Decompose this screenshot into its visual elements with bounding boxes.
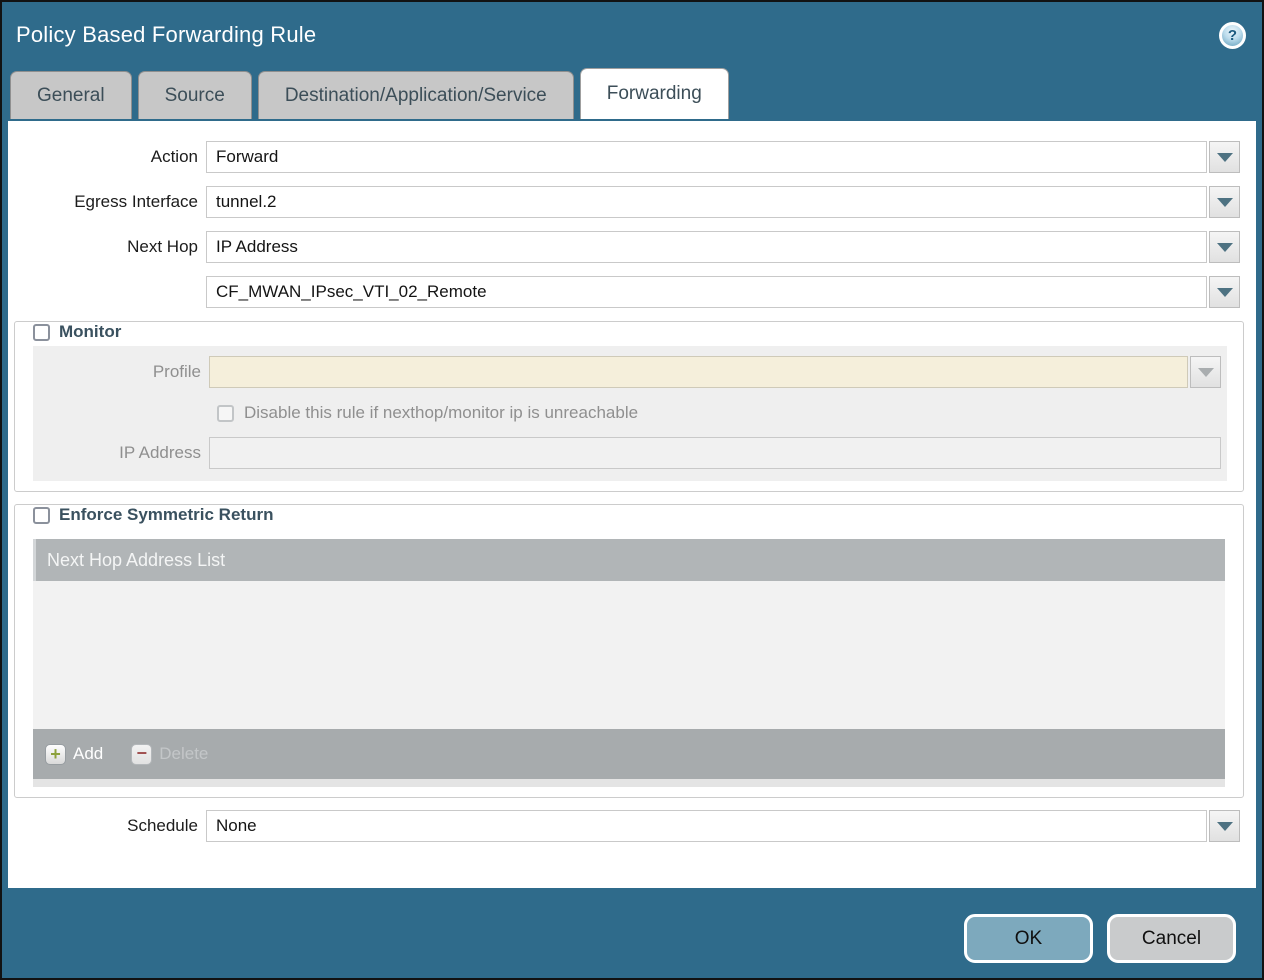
symmetric-return-section: Enforce Symmetric Return Next Hop Addres… — [14, 504, 1244, 798]
table-bottom-strip — [33, 779, 1225, 787]
monitor-ip-address-row: IP Address — [33, 437, 1221, 469]
action-row: Action Forward — [24, 141, 1240, 173]
chevron-down-icon — [1217, 153, 1233, 162]
monitor-section: Monitor Profile Disable this rule if nex… — [14, 321, 1244, 492]
delete-button-label: Delete — [159, 744, 208, 764]
egress-interface-dropdown-button[interactable] — [1209, 186, 1240, 218]
plus-glyph: + — [50, 745, 61, 763]
schedule-dropdown[interactable]: None — [206, 810, 1207, 842]
dialog-footer: OK Cancel — [964, 914, 1236, 963]
monitor-ip-address-label: IP Address — [33, 443, 209, 463]
chevron-down-icon — [1217, 288, 1233, 297]
egress-interface-dropdown[interactable]: tunnel.2 — [206, 186, 1207, 218]
chevron-down-icon — [1198, 368, 1214, 377]
schedule-row: Schedule None — [24, 810, 1240, 842]
schedule-dropdown-button[interactable] — [1209, 810, 1240, 842]
tab-source[interactable]: Source — [138, 71, 252, 119]
dialog-titlebar: Policy Based Forwarding Rule ? — [2, 2, 1262, 68]
profile-row: Profile — [33, 356, 1221, 388]
next-hop-address-row: CF_MWAN_IPsec_VTI_02_Remote — [24, 276, 1240, 308]
action-dropdown[interactable]: Forward — [206, 141, 1207, 173]
tab-destination-application-service[interactable]: Destination/Application/Service — [258, 71, 574, 119]
add-button-label: Add — [73, 744, 103, 764]
action-dropdown-button[interactable] — [1209, 141, 1240, 173]
egress-interface-row: Egress Interface tunnel.2 — [24, 186, 1240, 218]
disable-rule-checkbox — [217, 405, 234, 422]
next-hop-row: Next Hop IP Address — [24, 231, 1240, 263]
enforce-symmetric-return-checkbox[interactable] — [33, 507, 50, 524]
disable-rule-row: Disable this rule if nexthop/monitor ip … — [217, 403, 1221, 423]
next-hop-address-dropdown-button[interactable] — [1209, 276, 1240, 308]
add-icon: + — [45, 744, 66, 765]
tab-bar: General Source Destination/Application/S… — [2, 68, 1262, 119]
next-hop-address-dropdown[interactable]: CF_MWAN_IPsec_VTI_02_Remote — [206, 276, 1207, 308]
action-label: Action — [24, 147, 206, 167]
next-hop-label: Next Hop — [24, 237, 206, 257]
schedule-label: Schedule — [24, 816, 206, 836]
chevron-down-icon — [1217, 198, 1233, 207]
next-hop-type-dropdown[interactable]: IP Address — [206, 231, 1207, 263]
ok-button[interactable]: OK — [964, 914, 1093, 963]
monitor-ip-address-input — [209, 437, 1221, 469]
next-hop-address-list-table: Next Hop Address List + Add − Delete — [33, 539, 1225, 787]
dialog-title: Policy Based Forwarding Rule — [16, 22, 316, 48]
add-button[interactable]: + Add — [45, 744, 103, 765]
monitor-checkbox[interactable] — [33, 324, 50, 341]
monitor-section-title: Monitor — [59, 322, 121, 342]
monitor-panel: Profile Disable this rule if nexthop/mon… — [33, 346, 1227, 481]
profile-dropdown — [209, 356, 1188, 388]
delete-icon: − — [131, 744, 152, 765]
delete-button: − Delete — [131, 744, 208, 765]
chevron-down-icon — [1217, 243, 1233, 252]
next-hop-address-list-header: Next Hop Address List — [33, 539, 1225, 581]
forwarding-tab-panel: Action Forward Egress Interface tunnel.2… — [8, 121, 1256, 888]
egress-interface-label: Egress Interface — [24, 192, 206, 212]
cancel-button[interactable]: Cancel — [1107, 914, 1236, 963]
minus-glyph: − — [136, 744, 147, 762]
profile-dropdown-button — [1190, 356, 1221, 388]
symmetric-return-section-title: Enforce Symmetric Return — [59, 505, 273, 525]
help-icon[interactable]: ? — [1219, 22, 1246, 49]
disable-rule-label: Disable this rule if nexthop/monitor ip … — [244, 403, 638, 423]
profile-label: Profile — [33, 362, 209, 382]
next-hop-address-list-toolbar: + Add − Delete — [33, 729, 1225, 779]
tab-general[interactable]: General — [10, 71, 132, 119]
next-hop-address-list-body — [33, 581, 1225, 729]
next-hop-type-dropdown-button[interactable] — [1209, 231, 1240, 263]
tab-forwarding[interactable]: Forwarding — [580, 68, 729, 119]
chevron-down-icon — [1217, 822, 1233, 831]
policy-based-forwarding-rule-dialog: { "dialog": { "title": "Policy Based For… — [0, 0, 1264, 980]
